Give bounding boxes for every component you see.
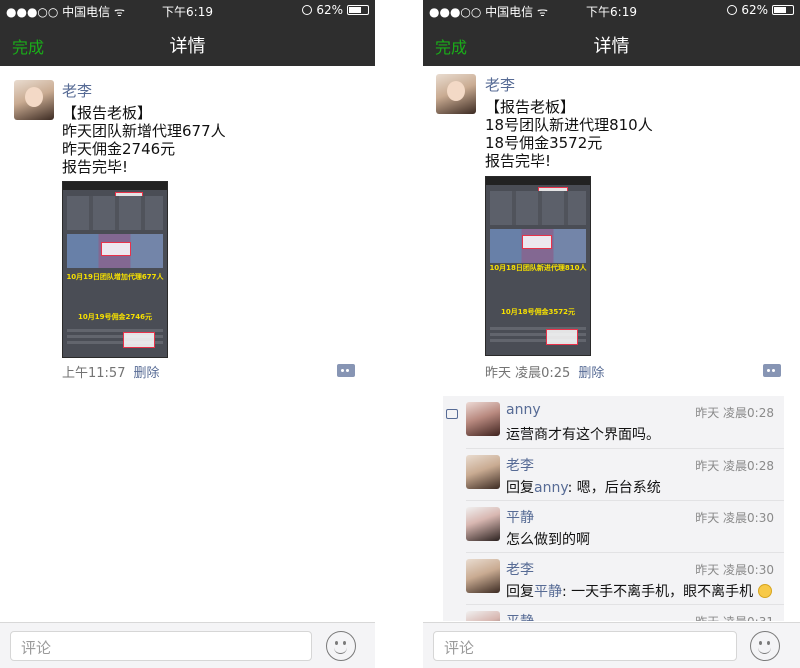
orientation-lock-icon — [302, 5, 313, 15]
status-bar: ●●●○○ 中国电信 ᯤ 下午6:19 62% — [0, 0, 375, 20]
comment-list: anny 昨天 凌晨0:28 运营商才有这个界面吗。 老李 昨天 凌晨0:28 … — [443, 396, 784, 621]
commenter-name[interactable]: 平静 — [506, 507, 534, 527]
image-highlight — [546, 329, 578, 345]
left-phone-screen: ●●●○○ 中国电信 ᯤ 下午6:19 62% 完成 详情 老李 【报告老板】 … — [0, 0, 375, 668]
post-meta: 昨天 凌晨0:25 删除 — [485, 362, 604, 381]
reply-separator: : — [567, 480, 577, 496]
image-highlight — [522, 235, 552, 249]
comment-body: 一天手不离手机，眼不离手机 — [571, 584, 754, 600]
delete-link[interactable]: 删除 — [133, 366, 159, 381]
comment-item[interactable]: anny 昨天 凌晨0:28 运营商才有这个界面吗。 — [466, 396, 784, 448]
comment-text: 运营商才有这个界面吗。 — [506, 424, 660, 444]
image-caption: 10月19日团队增加代理677人 — [66, 273, 164, 281]
post-time: 昨天 凌晨0:25 — [485, 366, 571, 381]
comment-body: 嗯，后台系统 — [576, 480, 661, 496]
comment-item[interactable]: 平静 昨天 凌晨0:31 — [466, 604, 784, 621]
comment-body: 怎么做到的啊 — [506, 532, 590, 548]
image-highlight — [123, 332, 155, 348]
top-bar: ●●●○○ 中国电信 ᯤ 下午6:19 62% 完成 详情 — [0, 0, 375, 66]
commenter-name[interactable]: 老李 — [506, 455, 534, 475]
avatar[interactable] — [466, 455, 500, 489]
commenter-name[interactable]: 老李 — [506, 559, 534, 579]
comment-time: 昨天 凌晨0:31 — [695, 613, 774, 621]
comment-time: 昨天 凌晨0:30 — [695, 511, 774, 525]
image-caption: 10月18号佣金3572元 — [501, 308, 575, 316]
comment-input-bar: 评论 — [0, 622, 375, 668]
image-highlight — [101, 242, 131, 256]
emoji-icon[interactable] — [750, 631, 780, 661]
battery-indicator: 62% — [302, 3, 369, 17]
comment-item[interactable]: 平静 昨天 凌晨0:30 怎么做到的啊 — [466, 500, 784, 552]
post-image[interactable]: 10月19日团队增加代理677人 10月19号佣金2746元 — [62, 181, 168, 358]
image-grid — [67, 196, 163, 230]
nav-bar: 完成 详情 — [0, 20, 375, 66]
delete-link[interactable]: 删除 — [578, 366, 604, 381]
avatar[interactable] — [14, 80, 54, 120]
reply-target[interactable]: 平静 — [534, 584, 562, 600]
page-title: 详情 — [593, 36, 630, 57]
more-actions-icon[interactable] — [763, 364, 781, 377]
comment-icon — [446, 409, 458, 419]
avatar[interactable] — [436, 74, 476, 114]
post-text: 【报告老板】 昨天团队新增代理677人 昨天佣金2746元 报告完毕! — [62, 104, 226, 176]
comment-time: 昨天 凌晨0:30 — [695, 563, 774, 577]
comment-input[interactable]: 评论 — [10, 631, 312, 661]
battery-percent: 62% — [741, 3, 768, 17]
reply-prefix: 回复 — [506, 480, 534, 496]
reply-target[interactable]: anny — [534, 480, 568, 496]
avatar[interactable] — [466, 402, 500, 436]
image-caption: 10月19号佣金2746元 — [78, 313, 152, 321]
battery-icon — [347, 5, 369, 15]
post-time: 上午11:57 — [62, 366, 126, 381]
right-phone-screen: ●●●○○ 中国电信 ᯤ 下午6:19 62% 完成 详情 老李 【报告老板】 … — [423, 0, 800, 668]
comment-input[interactable]: 评论 — [433, 631, 737, 661]
reply-prefix: 回复 — [506, 584, 534, 600]
nav-bar: 完成 详情 — [423, 20, 800, 66]
post-text: 【报告老板】 18号团队新进代理810人 18号佣金3572元 报告完毕! — [485, 98, 653, 170]
image-header — [63, 182, 167, 190]
image-caption: 10月18日团队新进代理810人 — [489, 264, 587, 272]
comment-text: 怎么做到的啊 — [506, 529, 590, 549]
comment-time: 昨天 凌晨0:28 — [695, 406, 774, 420]
orientation-lock-icon — [727, 5, 738, 15]
comment-time: 昨天 凌晨0:28 — [695, 459, 774, 473]
comment-input-bar: 评论 — [423, 622, 800, 668]
page-title: 详情 — [169, 36, 206, 57]
commenter-name[interactable]: 平静 — [506, 611, 534, 621]
status-bar: ●●●○○ 中国电信 ᯤ 下午6:19 62% — [423, 0, 800, 20]
more-actions-icon[interactable] — [337, 364, 355, 377]
emoji-icon[interactable] — [326, 631, 356, 661]
image-header — [486, 177, 590, 185]
comment-text: 回复anny: 嗯，后台系统 — [506, 477, 661, 497]
battery-indicator: 62% — [727, 3, 794, 17]
smile-emoji-icon — [757, 584, 772, 598]
avatar[interactable] — [466, 507, 500, 541]
comment-text: 回复平静: 一天手不离手机，眼不离手机 — [506, 581, 772, 601]
commenter-name[interactable]: anny — [506, 402, 541, 418]
reply-separator: : — [562, 584, 572, 600]
comment-body: 运营商才有这个界面吗。 — [506, 427, 660, 443]
image-grid — [490, 191, 586, 225]
battery-icon — [772, 5, 794, 15]
avatar[interactable] — [466, 611, 500, 621]
battery-percent: 62% — [316, 3, 343, 17]
top-bar: ●●●○○ 中国电信 ᯤ 下午6:19 62% 完成 详情 — [423, 0, 800, 66]
avatar[interactable] — [466, 559, 500, 593]
comment-item[interactable]: 老李 昨天 凌晨0:30 回复平静: 一天手不离手机，眼不离手机 — [466, 552, 784, 604]
poster-name[interactable]: 老李 — [485, 74, 515, 95]
poster-name[interactable]: 老李 — [62, 80, 92, 101]
post-meta: 上午11:57 删除 — [62, 362, 159, 381]
post-image[interactable]: 10月18日团队新进代理810人 10月18号佣金3572元 — [485, 176, 591, 356]
comment-item[interactable]: 老李 昨天 凌晨0:28 回复anny: 嗯，后台系统 — [466, 448, 784, 500]
